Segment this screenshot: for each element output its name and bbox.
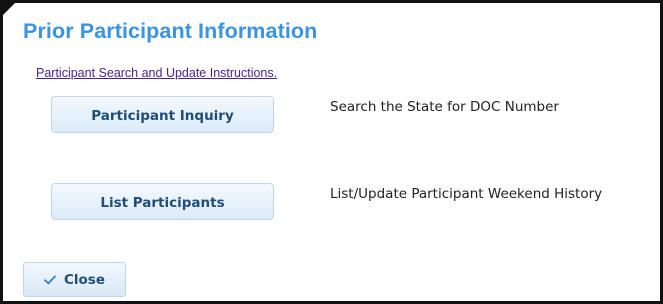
- close-label: Close: [63, 271, 105, 288]
- frame-corner: [2, 2, 16, 16]
- dialog-frame: [0, 0, 663, 304]
- page-title: Prior Participant Information: [23, 19, 318, 43]
- close-button[interactable]: Close: [23, 262, 126, 297]
- list-participants-description: List/Update Participant Weekend History: [330, 186, 603, 202]
- participant-inquiry-label: Participant Inquiry: [91, 107, 234, 124]
- check-icon: [44, 275, 56, 285]
- instructions-link[interactable]: Participant Search and Update Instructio…: [36, 66, 277, 80]
- participant-inquiry-description: Search the State for DOC Number: [330, 99, 559, 115]
- list-participants-label: List Participants: [100, 194, 225, 211]
- list-participants-button[interactable]: List Participants: [51, 183, 274, 220]
- participant-inquiry-button[interactable]: Participant Inquiry: [51, 96, 274, 133]
